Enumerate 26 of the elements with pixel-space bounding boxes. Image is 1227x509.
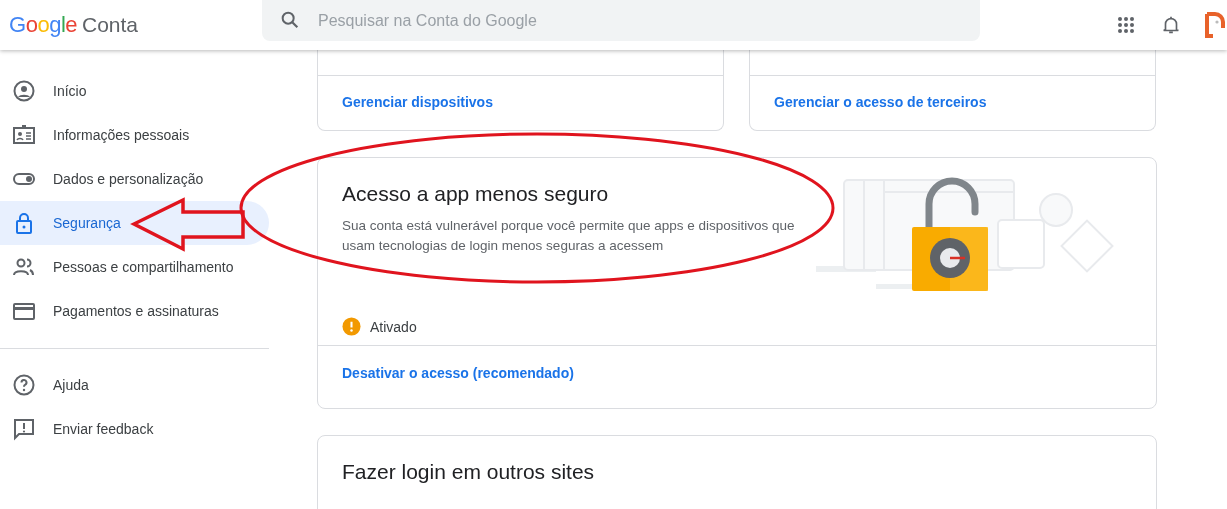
help-icon <box>12 373 36 397</box>
card-link[interactable]: Gerenciar o acesso de terceiros <box>750 76 1155 110</box>
nav-item[interactable]: Informações pessoais <box>0 113 269 157</box>
nav-item[interactable]: Segurança <box>0 201 269 245</box>
search-field[interactable]: Pesquisar na Conta do Google <box>262 0 980 41</box>
product-name: Conta <box>82 13 139 37</box>
bell-icon[interactable] <box>1160 14 1182 36</box>
nav-item[interactable]: Dados e personalização <box>0 157 269 201</box>
card-description: Sua conta está vulnerável porque você permite que apps e dispositivos que usam tecnologias de login menos seguras a acessem <box>342 217 796 255</box>
nav-item[interactable]: Enviar feedback <box>0 407 269 451</box>
nav-item[interactable]: Início <box>0 69 269 113</box>
id-card-icon <box>12 123 36 147</box>
nav-item[interactable]: Ajuda <box>0 363 269 407</box>
google-logo: Google <box>9 12 77 38</box>
apps-grid-icon[interactable] <box>1117 16 1135 34</box>
avatar-icon[interactable] <box>1205 10 1225 40</box>
card-title: Fazer login em outros sites <box>342 460 596 484</box>
nav-item[interactable]: Pagamentos e assinaturas <box>0 289 269 333</box>
card-title: Acesso a app menos seguro <box>342 182 610 206</box>
account-circle-icon <box>12 79 36 103</box>
status-text: Ativado <box>370 318 417 335</box>
card-link[interactable]: Desativar o acesso (recomendado) <box>318 346 1156 381</box>
card-link[interactable]: Gerenciar dispositivos <box>318 76 723 110</box>
search-icon <box>279 9 301 31</box>
nav-item[interactable]: Pessoas e compartilhamento <box>0 245 269 289</box>
feedback-icon <box>12 417 36 441</box>
